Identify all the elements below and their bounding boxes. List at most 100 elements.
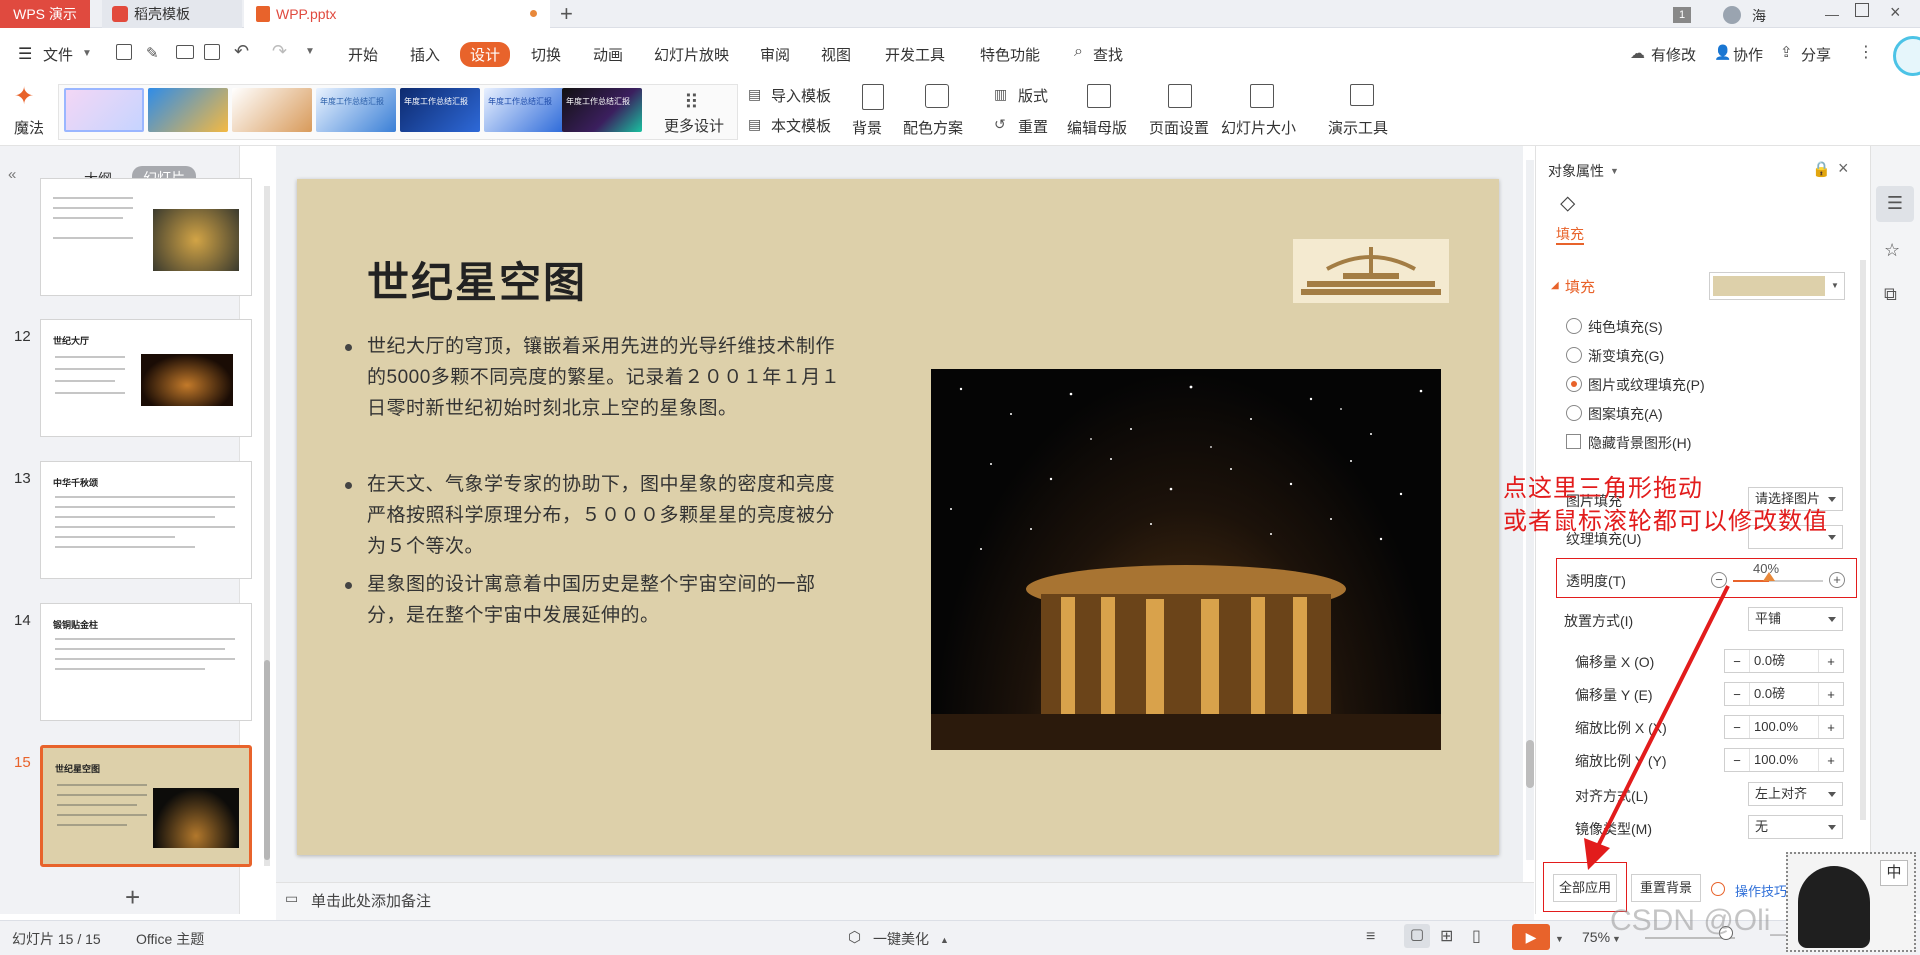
tab-wpp-document[interactable]: WPP.pptx <box>244 0 550 28</box>
share-button[interactable]: 分享 <box>1801 44 1831 65</box>
app-tab-wps[interactable]: WPS 演示 <box>0 0 90 28</box>
notes-toggle-icon[interactable]: ≡ <box>1366 928 1375 946</box>
slide-thumbnail[interactable]: 中华千秋颂 <box>40 461 252 579</box>
option-gradient-fill[interactable]: 渐变填充(G) <box>1588 346 1664 366</box>
placement-select[interactable]: 平铺 <box>1748 607 1843 631</box>
page-setup-button[interactable]: 页面设置 <box>1149 117 1209 138</box>
format-painter-icon[interactable]: ✎ <box>146 44 159 62</box>
menu-item-view[interactable]: 视图 <box>821 44 851 65</box>
scale-y-value[interactable]: 100.0% <box>1749 749 1819 771</box>
bullet-item[interactable]: 在天文、气象学专家的协助下，图中星象的密度和亮度严格按照科学原理分布，５０００多… <box>345 469 847 562</box>
print-preview-icon[interactable] <box>204 44 220 60</box>
slide-thumbnail-selected[interactable]: 世纪星空图 <box>40 745 252 867</box>
panel-header[interactable]: 对象属性 <box>1548 161 1604 181</box>
chevron-down-icon[interactable]: ▼ <box>1610 166 1619 176</box>
more-vertical-icon[interactable]: ⋮ <box>1858 42 1874 62</box>
redo-icon[interactable]: ↷ <box>272 41 287 62</box>
menu-item-features[interactable]: 特色功能 <box>980 44 1040 65</box>
option-picture-fill[interactable]: 图片或纹理填充(P) <box>1588 375 1705 395</box>
section-fill[interactable]: 填充 <box>1565 276 1595 297</box>
align-select[interactable]: 左上对齐 <box>1748 782 1843 806</box>
edit-master-button[interactable]: 编辑母版 <box>1067 117 1127 138</box>
slide-thumbnail[interactable]: 锻铜贴金柱 <box>40 603 252 721</box>
radio-pattern-fill[interactable] <box>1566 405 1582 421</box>
offset-x-value[interactable]: 0.0磅 <box>1749 650 1819 672</box>
hamburger-icon[interactable]: ☰ <box>18 44 32 64</box>
quick-access-more-icon[interactable]: ▼ <box>305 46 315 57</box>
window-count-badge[interactable]: 1 <box>1673 7 1691 23</box>
properties-sliders-icon[interactable]: ☰ <box>1876 186 1914 222</box>
chevron-up-icon[interactable]: ▲ <box>940 935 949 945</box>
template-thumb[interactable] <box>64 88 144 132</box>
starry-dome-photo[interactable] <box>931 369 1441 750</box>
more-design-button[interactable]: 更多设计 <box>664 115 724 136</box>
bullet-item[interactable]: 世纪大厅的穹顶，镶嵌着采用先进的光导纤维技术制作的5000多颗不同亮度的繁星。记… <box>345 331 847 424</box>
menu-item-review[interactable]: 审阅 <box>760 44 790 65</box>
has-changes-button[interactable]: 有修改 <box>1651 44 1696 65</box>
tab-daoke-templates[interactable]: 稻壳模板 <box>102 0 242 28</box>
notes-placeholder[interactable]: 单击此处添加备注 <box>311 890 431 911</box>
menu-item-start[interactable]: 开始 <box>348 44 378 65</box>
menu-item-slideshow[interactable]: 幻灯片放映 <box>654 44 729 65</box>
menu-item-developer[interactable]: 开发工具 <box>885 44 945 65</box>
background-button[interactable]: 背景 <box>852 117 882 138</box>
menu-item-insert[interactable]: 插入 <box>410 44 440 65</box>
slide-thumbnail[interactable] <box>40 178 252 296</box>
presenter-tools-button[interactable]: 演示工具 <box>1328 117 1388 138</box>
menu-item-transition[interactable]: 切换 <box>531 44 561 65</box>
collapse-panel-icon[interactable]: « <box>8 166 16 183</box>
hide-bg-checkbox[interactable] <box>1566 434 1581 449</box>
add-slide-button[interactable]: + <box>125 882 140 913</box>
theme-name[interactable]: Office 主题 <box>136 929 204 949</box>
bullet-item[interactable]: 星象图的设计寓意着中国历史是整个宇宙空间的一部分，是在整个宇宙中发展延伸的。 <box>345 569 847 631</box>
menu-search[interactable]: 查找 <box>1093 44 1123 65</box>
scale-x-value[interactable]: 100.0% <box>1749 716 1819 738</box>
minimize-icon[interactable]: — <box>1825 6 1839 22</box>
offset-x-stepper[interactable]: −0.0磅 + <box>1724 649 1844 673</box>
option-pattern-fill[interactable]: 图案填充(A) <box>1588 404 1663 424</box>
canvas-scrollbar-thumb[interactable] <box>1526 740 1534 788</box>
user-name[interactable]: 海 <box>1752 6 1766 26</box>
close-panel-icon[interactable]: × <box>1838 158 1849 179</box>
restore-icon[interactable] <box>1855 3 1869 17</box>
transition-icon[interactable]: ⧉ <box>1884 284 1897 305</box>
notes-bar[interactable] <box>276 882 1534 920</box>
menu-file[interactable]: 文件 <box>43 44 73 65</box>
template-thumb[interactable] <box>232 88 312 132</box>
close-window-icon[interactable]: × <box>1890 2 1901 23</box>
this-template-button[interactable]: 本文模板 <box>771 115 831 136</box>
lock-icon[interactable]: 🔒 <box>1812 160 1831 178</box>
mirror-select[interactable]: 无 <box>1748 815 1843 839</box>
print-icon[interactable] <box>176 45 194 59</box>
slide-thumbnail[interactable]: 世纪大厅 <box>40 319 252 437</box>
offset-y-value[interactable]: 0.0磅 <box>1749 683 1819 705</box>
template-thumb[interactable]: 年度工作总结汇报 <box>400 88 480 132</box>
play-tips-icon[interactable] <box>1711 882 1725 896</box>
floating-mascot-widget[interactable]: 中 <box>1786 852 1916 952</box>
animation-star-icon[interactable]: ☆ <box>1884 240 1900 261</box>
normal-view-icon[interactable]: ▢ <box>1404 924 1430 948</box>
slide-15[interactable]: 世纪星空图 世纪大厅的穹顶，镶嵌着采用先进的光导纤维技术制作的5000多颗不同亮… <box>297 179 1499 855</box>
slides-scrollbar-thumb[interactable] <box>264 660 270 860</box>
hide-bg-label[interactable]: 隐藏背景图形(H) <box>1588 433 1691 453</box>
layout-button[interactable]: 版式 <box>1018 85 1048 106</box>
radio-solid-fill[interactable] <box>1566 318 1582 334</box>
chevron-down-icon[interactable]: ▼ <box>82 48 92 59</box>
scale-x-stepper[interactable]: −100.0% + <box>1724 715 1844 739</box>
transparency-slider[interactable] <box>1733 572 1823 582</box>
template-thumb[interactable] <box>148 88 228 132</box>
menu-item-animation[interactable]: 动画 <box>593 44 623 65</box>
collaborate-button[interactable]: 协作 <box>1733 44 1763 65</box>
avatar[interactable] <box>1723 6 1741 24</box>
tips-link[interactable]: 操作技巧 <box>1735 881 1787 900</box>
panel-scrollbar[interactable] <box>1860 260 1866 820</box>
template-thumb[interactable]: 年度工作总结汇报 <box>484 88 564 132</box>
reset-button[interactable]: 重置 <box>1018 116 1048 137</box>
scale-y-stepper[interactable]: −100.0% + <box>1724 748 1844 772</box>
radio-gradient-fill[interactable] <box>1566 347 1582 363</box>
color-scheme-button[interactable]: 配色方案 <box>903 117 963 138</box>
expand-triangle-icon[interactable]: ◢ <box>1551 280 1559 291</box>
radio-picture-fill-selected[interactable] <box>1566 376 1582 392</box>
zoom-level[interactable]: 75% <box>1582 929 1610 945</box>
one-click-beautify[interactable]: 一键美化 <box>873 929 929 949</box>
